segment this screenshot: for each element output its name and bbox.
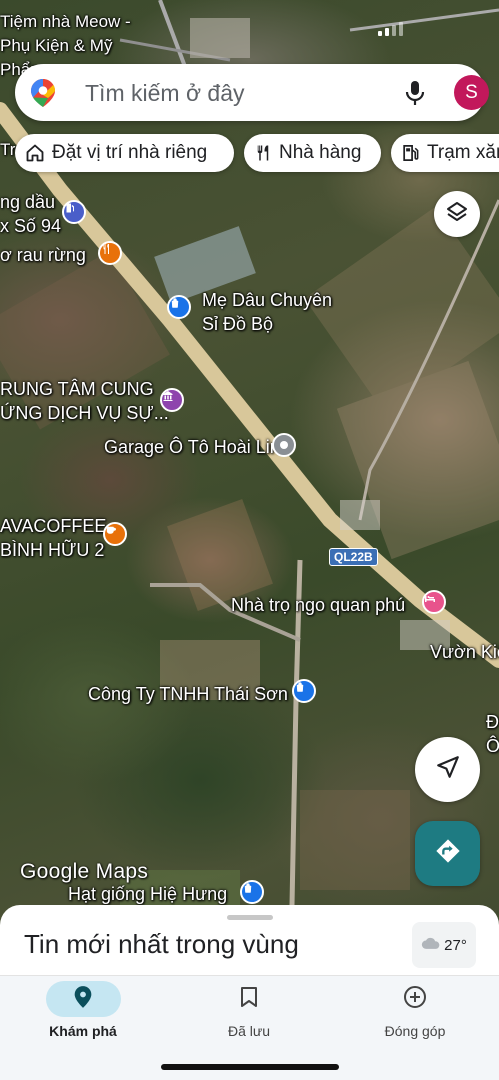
map-label-fuel[interactable]: ng dầu [0, 190, 55, 214]
directions-icon [434, 837, 462, 870]
nav-saved[interactable]: Đã lưu [166, 976, 332, 1056]
layers-icon [445, 200, 469, 229]
map-label-cafe-2[interactable]: BÌNH HỮU 2 [0, 538, 104, 562]
map-label-hat-giong[interactable]: Hạt giống Hiệ Hưng [68, 882, 227, 906]
map-label-right-edge-1[interactable]: Đ [486, 710, 499, 734]
map-label-cafe-1[interactable]: AVACOFFEE [0, 514, 106, 538]
home-icon [25, 143, 45, 163]
signal-icon [378, 22, 403, 36]
nav-explore[interactable]: Khám phá [0, 976, 166, 1056]
cafe-pin-icon[interactable] [103, 522, 127, 546]
map-label-nha-tro[interactable]: Nhà trọ ngo quan phú [231, 593, 405, 617]
seed-shop-pin-icon[interactable] [240, 880, 264, 904]
map-label-trung-tam-2[interactable]: ỨNG DỊCH VỤ SỰ... [0, 401, 169, 425]
my-location-button[interactable] [415, 737, 480, 802]
sheet-title: Tin mới nhất trong vùng [24, 929, 299, 959]
nav-contribute-label: Đóng góp [384, 1023, 446, 1039]
nav-explore-label: Khám phá [49, 1023, 117, 1039]
restaurant-icon [254, 143, 272, 163]
cloud-icon [421, 936, 441, 954]
avatar[interactable]: S [454, 75, 489, 110]
company-pin-icon[interactable] [292, 679, 316, 703]
lodging-pin-icon[interactable] [422, 590, 446, 614]
landmark-pin-icon[interactable] [160, 388, 184, 412]
chip-home-label: Đặt vị trí nhà riêng [52, 142, 208, 163]
road-shield-ql22b: QL22B [329, 548, 378, 566]
nav-explore-pill [45, 981, 121, 1017]
map-label-right-edge-2[interactable]: Ô [486, 734, 499, 758]
restaurant-pin-icon[interactable] [98, 241, 122, 265]
gas-station-pin-icon[interactable] [62, 200, 86, 224]
chip-restaurants-label: Nhà hàng [279, 142, 362, 163]
nav-saved-label: Đã lưu [227, 1023, 271, 1039]
search-bar[interactable]: Tìm kiếm ở đây S [15, 64, 489, 121]
weather-badge[interactable]: 27° [412, 922, 476, 968]
nav-contribute-pill [378, 981, 453, 1017]
chip-gas-stations[interactable]: Trạm xăng [391, 134, 499, 172]
layers-button[interactable] [434, 191, 480, 237]
shopping-pin-icon[interactable] [167, 295, 191, 319]
google-maps-pin-icon [30, 78, 56, 113]
nav-saved-pill [212, 981, 287, 1017]
sheet-drag-handle[interactable] [227, 915, 273, 920]
home-indicator[interactable] [161, 1064, 339, 1070]
explore-pin-icon [73, 985, 93, 1014]
map-label-garage[interactable]: Garage Ô Tô Hoài Linh [104, 435, 290, 459]
search-input[interactable]: Tìm kiếm ở đây [85, 80, 245, 107]
directions-button[interactable] [415, 821, 480, 886]
navigation-arrow-icon [435, 754, 461, 785]
nav-contribute[interactable]: Đóng góp [332, 976, 498, 1056]
map-label-restaurant[interactable]: ơ rau rừng [0, 243, 86, 267]
chip-gas-stations-label: Trạm xăng [427, 142, 499, 163]
weather-temp: 27° [444, 936, 467, 954]
map-label-trung-tam-1[interactable]: RUNG TÂM CUNG [0, 377, 154, 401]
map-label-vuon[interactable]: Vườn Kiể [430, 640, 499, 664]
microphone-icon[interactable] [403, 80, 427, 111]
map-label-cong-ty[interactable]: Công Ty TNHH Thái Sơn [88, 682, 288, 706]
gas-station-icon [401, 143, 420, 163]
chip-home[interactable]: Đặt vị trí nhà riêng [15, 134, 234, 172]
garage-pin-icon[interactable] [272, 433, 296, 457]
google-maps-logo: Google Maps [20, 860, 149, 883]
add-circle-icon [403, 985, 427, 1014]
map-label-me-dau[interactable]: Mẹ Dâu Chuyên Sỉ Đồ Bộ [202, 288, 352, 336]
bookmark-icon [240, 986, 258, 1013]
chip-restaurants[interactable]: Nhà hàng [244, 134, 381, 172]
map-label-lottery[interactable]: x Số 94 [0, 214, 61, 238]
